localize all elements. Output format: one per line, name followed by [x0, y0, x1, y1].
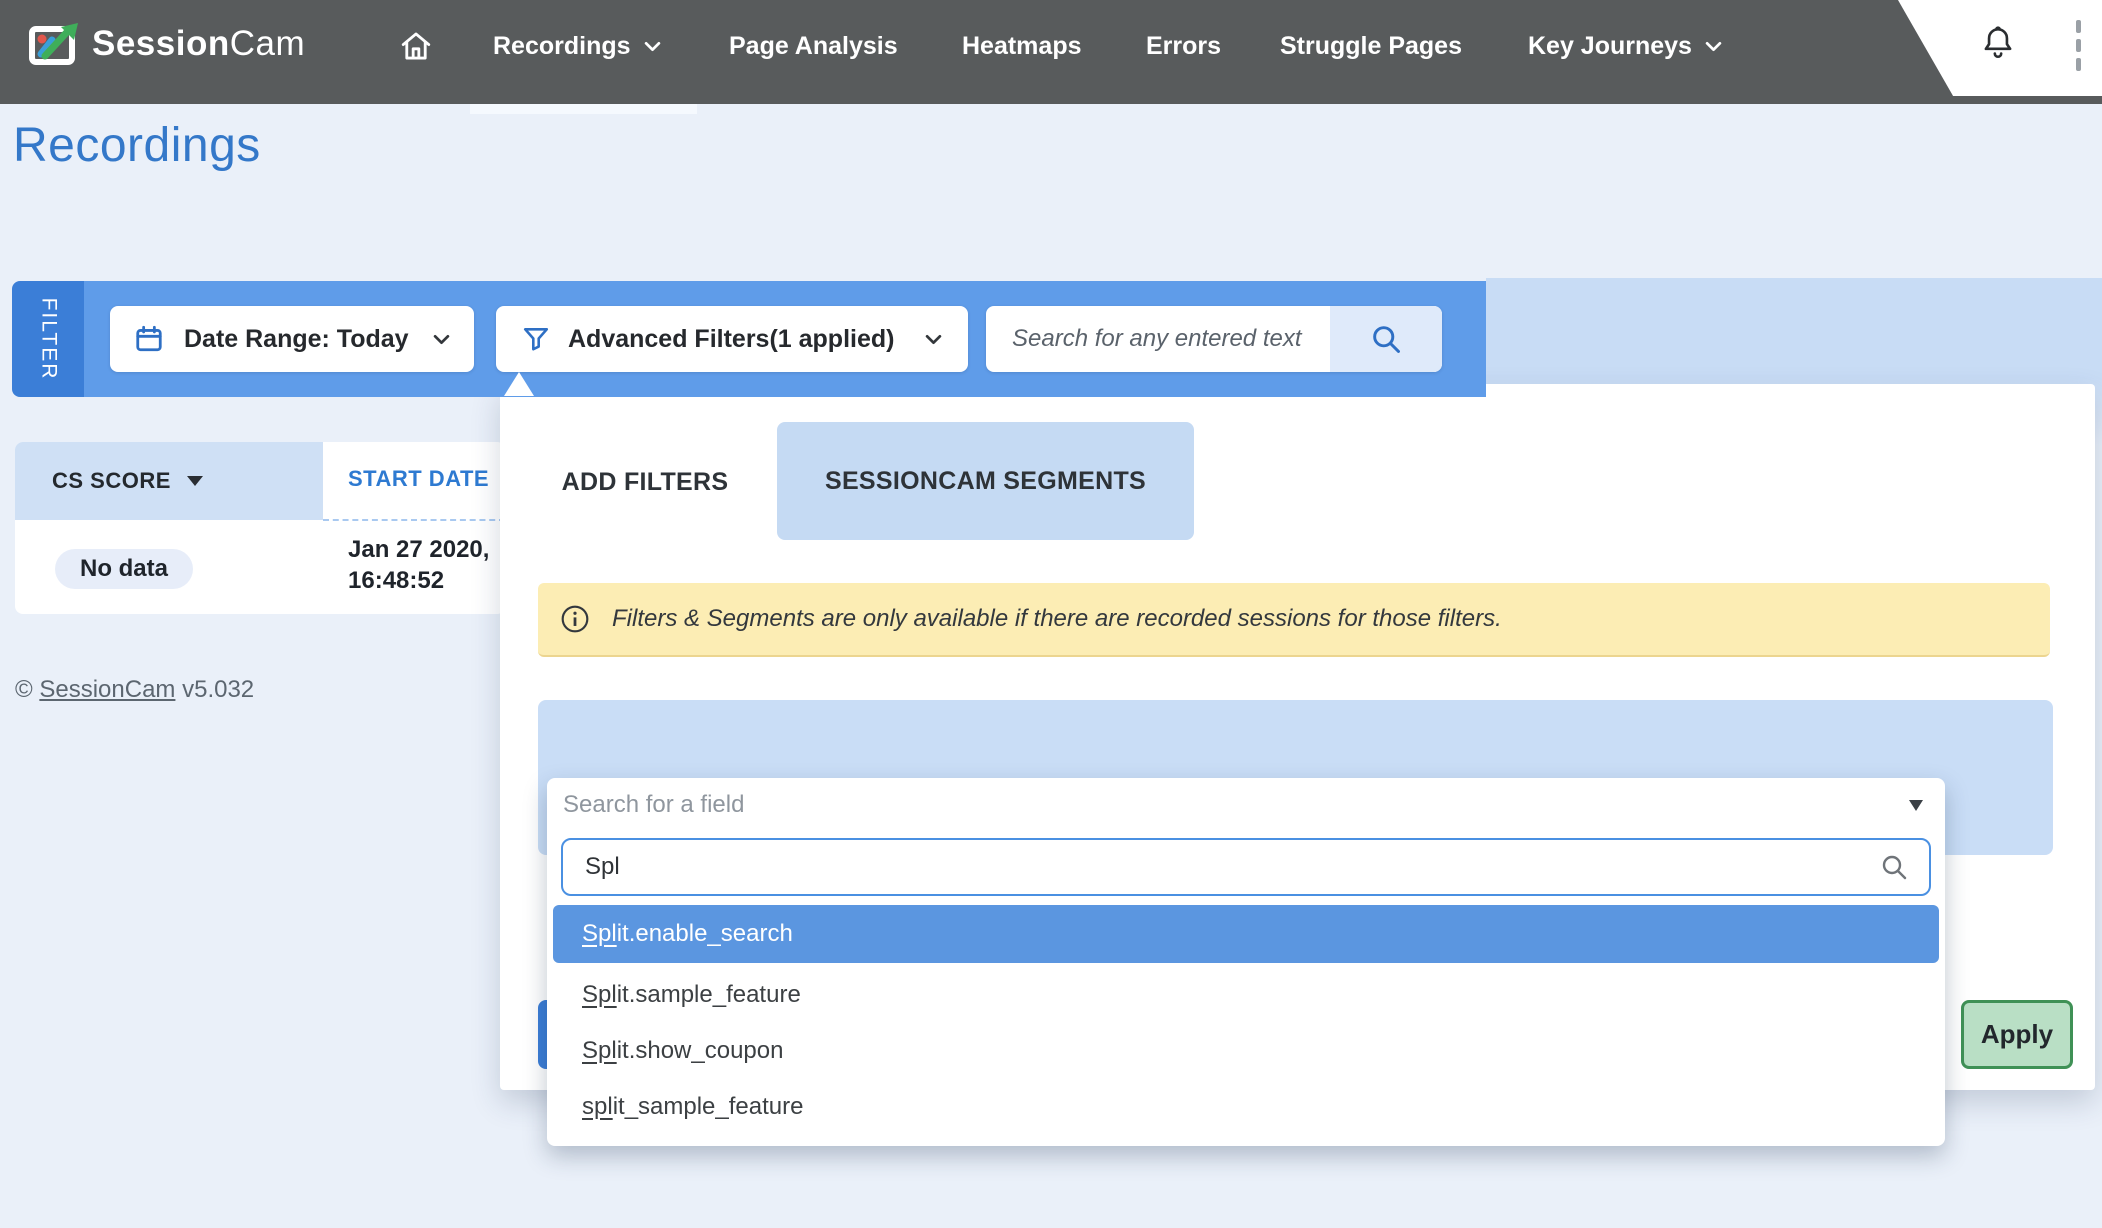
advanced-filters-button[interactable]: Advanced Filters(1 applied)	[496, 306, 968, 372]
field-result-item[interactable]: Split.enable_search	[553, 905, 1939, 963]
copyright-symbol: ©	[15, 676, 33, 703]
version-label: v5.032	[182, 676, 254, 703]
chevron-down-icon	[433, 334, 450, 345]
column-label: CS SCORE	[52, 468, 171, 494]
chevron-down-icon	[644, 41, 661, 52]
funnel-icon	[522, 325, 550, 353]
text-search-group	[986, 306, 1442, 372]
date-range-label: Date Range: Today	[184, 325, 409, 354]
dropdown-arrow-icon	[1909, 800, 1923, 811]
text-search-button[interactable]	[1330, 306, 1442, 372]
field-select-placeholder: Search for a field	[563, 791, 744, 819]
search-icon	[1879, 852, 1909, 882]
footer: © SessionCam v5.032	[15, 676, 254, 704]
column-header-cs-score[interactable]: CS SCORE	[15, 442, 323, 520]
recordings-table: CS SCORE START DATE No data Jan 27 2020,…	[15, 442, 505, 614]
page-title: Recordings	[13, 118, 261, 173]
tab-add-filters[interactable]: ADD FILTERS	[557, 440, 733, 524]
nav-item-label: Struggle Pages	[1280, 32, 1462, 61]
nav-item-errors[interactable]: Errors	[1146, 30, 1221, 62]
chevron-down-icon	[1705, 41, 1722, 52]
field-search-box	[561, 838, 1931, 896]
notifications-button[interactable]	[1978, 21, 2018, 63]
sessioncam-app: SessionCam Recordings Page Analysis Heat…	[0, 0, 2102, 1228]
date-range-button[interactable]: Date Range: Today	[110, 306, 474, 372]
popover-arrow	[504, 372, 534, 396]
nav-corner-panel	[1898, 0, 2102, 96]
field-result-item[interactable]: Split.sample_feature	[553, 967, 1939, 1023]
field-result-item[interactable]: Split.show_coupon	[553, 1023, 1939, 1079]
sessioncam-logo-icon	[28, 20, 82, 68]
start-date-cell: Jan 27 2020, 16:48:52	[348, 534, 489, 596]
advanced-filters-panel: ADD FILTERS SESSIONCAM SEGMENTS Filters …	[500, 384, 2095, 1090]
nav-item-label: Errors	[1146, 32, 1221, 61]
apply-button[interactable]: Apply	[1961, 1000, 2073, 1069]
nav-item-struggle-pages[interactable]: Struggle Pages	[1280, 30, 1462, 62]
brand-name: SessionCam	[92, 24, 305, 64]
tab-sessioncam-segments[interactable]: SESSIONCAM SEGMENTS	[777, 422, 1194, 540]
nav-home-button[interactable]	[399, 29, 433, 63]
nav-item-recordings[interactable]: Recordings	[493, 30, 661, 62]
nav-item-heatmaps[interactable]: Heatmaps	[962, 30, 1082, 62]
search-icon	[1369, 322, 1403, 356]
brand-logo[interactable]: SessionCam	[28, 20, 305, 68]
top-nav: SessionCam Recordings Page Analysis Heat…	[0, 0, 2102, 104]
bell-icon	[1978, 21, 2018, 63]
sort-desc-icon	[187, 476, 203, 486]
info-banner-text: Filters & Segments are only available if…	[612, 605, 1502, 633]
field-search-input[interactable]	[585, 853, 1879, 881]
cs-score-badge: No data	[55, 549, 193, 589]
nav-item-label: Recordings	[493, 32, 631, 61]
active-tab-indicator	[470, 104, 697, 114]
nav-item-label: Key Journeys	[1528, 32, 1692, 61]
column-header-start-date[interactable]: START DATE	[348, 466, 489, 492]
nav-item-key-journeys[interactable]: Key Journeys	[1528, 30, 1722, 62]
advanced-filters-label: Advanced Filters(1 applied)	[568, 325, 894, 354]
nav-item-label: Page Analysis	[729, 32, 898, 61]
nav-item-page-analysis[interactable]: Page Analysis	[729, 30, 898, 62]
info-banner: Filters & Segments are only available if…	[538, 583, 2050, 657]
field-search-dropdown: Search for a field Split.enable_search S…	[547, 778, 1945, 1146]
field-select-header[interactable]: Search for a field	[547, 778, 1945, 832]
sessioncam-link[interactable]: SessionCam	[39, 676, 175, 703]
header-divider	[323, 519, 505, 521]
text-search-input[interactable]	[986, 306, 1330, 372]
info-icon	[560, 604, 590, 634]
calendar-icon	[134, 324, 164, 354]
filter-toolbar: Date Range: Today Advanced Filters(1 app…	[84, 281, 1486, 397]
home-icon	[399, 29, 433, 63]
kebab-menu-icon[interactable]	[2076, 20, 2081, 71]
filter-toggle-tab[interactable]: FILTER	[12, 281, 84, 397]
field-result-item[interactable]: split_sample_feature	[553, 1079, 1939, 1135]
filter-toggle-label: FILTER	[36, 298, 60, 381]
nav-item-label: Heatmaps	[962, 32, 1082, 61]
chevron-down-icon	[925, 334, 942, 345]
